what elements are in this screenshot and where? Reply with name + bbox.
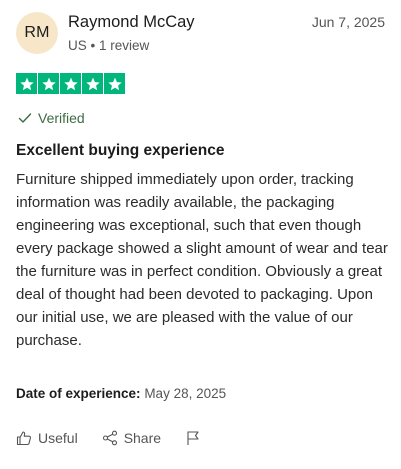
verified-label: Verified [38, 110, 85, 126]
share-label: Share [123, 430, 162, 446]
star-rating [16, 73, 125, 94]
flag-icon [187, 431, 199, 445]
verified-badge[interactable]: Verified [18, 110, 85, 126]
date-of-experience: Date of experience: May 28, 2025 [16, 386, 226, 401]
useful-button[interactable]: Useful [16, 430, 78, 446]
reviewer-name[interactable]: Raymond McCay [68, 13, 195, 32]
share-button[interactable]: Share [102, 430, 161, 446]
review-header: RM Raymond McCay US • 1 review Jun 7, 20… [16, 10, 385, 66]
share-icon [102, 430, 117, 446]
avatar[interactable]: RM [16, 12, 58, 54]
star-icon [82, 73, 103, 94]
useful-label: Useful [38, 430, 78, 446]
reviewer-meta: US • 1 review [68, 38, 150, 53]
review-card: RM Raymond McCay US • 1 review Jun 7, 20… [16, 10, 388, 446]
thumbs-up-icon [16, 431, 32, 446]
review-date: Jun 7, 2025 [311, 14, 385, 30]
experience-date: May 28, 2025 [144, 386, 227, 401]
star-icon [38, 73, 59, 94]
report-button[interactable] [185, 430, 201, 446]
experience-label: Date of experience: [16, 386, 141, 401]
star-icon [104, 73, 125, 94]
review-body: Furniture shipped immediately upon order… [16, 171, 388, 349]
star-icon [60, 73, 81, 94]
star-icon [16, 73, 37, 94]
review-title[interactable]: Excellent buying experience [16, 142, 224, 160]
check-icon [18, 113, 32, 123]
review-actions: Useful Share [16, 430, 225, 446]
